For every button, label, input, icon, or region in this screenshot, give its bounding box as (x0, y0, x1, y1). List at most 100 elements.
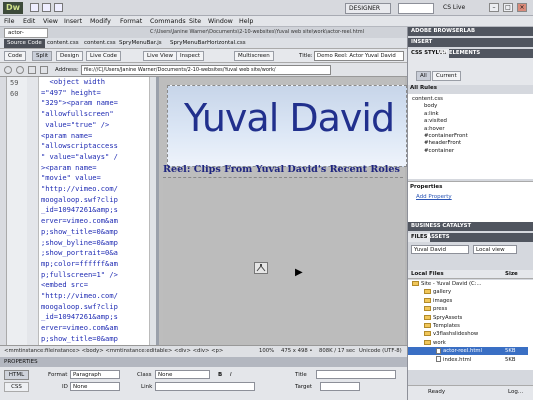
document-tab[interactable]: actor-reel.html (4, 28, 48, 45)
menu-commands[interactable]: Commands (150, 16, 186, 27)
css-mode-button[interactable]: CSS (4, 382, 29, 392)
css-rule-item[interactable]: a:visited (424, 118, 447, 125)
properties-header[interactable]: PROPERTIES (0, 357, 407, 367)
tag-selector[interactable]: <mmtinstance:fileinstance> <body> <mmtin… (4, 346, 223, 357)
cs-live-button[interactable]: CS Live (443, 3, 465, 13)
css-rule-item[interactable]: a:hover (424, 126, 445, 133)
live-code-button[interactable]: Live Code (86, 51, 122, 61)
forward-icon[interactable] (16, 66, 24, 74)
menu-window[interactable]: Window (208, 16, 233, 27)
menu-insert[interactable]: Insert (64, 16, 82, 27)
address-bar: Address: file:///C|/Users/Janine Warner/… (0, 63, 407, 77)
menu-help[interactable]: Help (239, 16, 253, 27)
folder-item[interactable]: v3flashslideshow (408, 330, 528, 338)
local-files-header[interactable]: Local Files (411, 270, 444, 279)
workspace-switcher[interactable]: DESIGNER (345, 3, 391, 14)
target-label: Target (295, 384, 313, 390)
css-rule-item[interactable]: #containerFront (424, 133, 468, 140)
menu-modify[interactable]: Modify (90, 16, 111, 27)
css-rule-item[interactable]: body (424, 103, 437, 110)
back-icon[interactable] (4, 66, 12, 74)
file-name: Templates (433, 323, 460, 329)
address-input[interactable]: file:///C|/Users/Janine Warner/Documents… (81, 65, 331, 75)
bold-button[interactable]: B (218, 371, 222, 379)
assets-tab[interactable]: ASSETS (424, 233, 453, 242)
ap-elements-tab[interactable]: AP ELEMENTS (436, 49, 483, 58)
zoom-level[interactable]: 100% (259, 346, 274, 357)
view-select[interactable]: Local view (473, 245, 517, 254)
minimize-icon[interactable]: – (489, 3, 499, 12)
multiscreen-button[interactable]: Multiscreen (234, 51, 274, 61)
layout-icon[interactable] (30, 3, 39, 12)
css-rules-list[interactable]: content.css body a:link a:visited a:hover #co… (408, 94, 533, 179)
stylesheet-node[interactable]: content.css (412, 96, 443, 103)
html-mode-button[interactable]: HTML (4, 370, 29, 380)
menu-view[interactable]: View (43, 16, 58, 27)
page-canvas: Yuval David Reel: Clips From Yuval David… (159, 77, 407, 345)
related-file-content-css[interactable]: content.css (44, 39, 82, 48)
css-rule-item[interactable]: a:link (424, 111, 439, 118)
related-file-source[interactable]: Source Code (4, 39, 45, 48)
header-banner[interactable]: Yuval David (167, 85, 407, 167)
file-item[interactable]: index.html 5KB (408, 356, 528, 364)
folder-item[interactable]: work (408, 339, 528, 347)
related-file-content-css-2[interactable]: content.css (81, 39, 119, 48)
class-select[interactable]: None (155, 370, 210, 379)
menu-edit[interactable]: Edit (23, 16, 35, 27)
window-size[interactable]: 475 x 498 • (281, 346, 313, 357)
content-region[interactable] (163, 177, 403, 345)
split-view-button[interactable]: Split (32, 51, 53, 61)
insert-panel-header[interactable]: INSERT (408, 38, 533, 47)
format-select[interactable]: Paragraph (70, 370, 120, 379)
inspect-button[interactable]: Inspect (176, 51, 205, 61)
target-select[interactable] (320, 382, 360, 391)
site-root-item[interactable]: Site - Yuval David (C:... (408, 280, 528, 288)
extend-icon[interactable] (42, 3, 51, 12)
plugin-placeholder-icon[interactable] (254, 262, 268, 274)
related-files-bar: Source Code content.css content.css Spry… (0, 38, 407, 49)
browserlab-panel-header[interactable]: ADOBE BROWSERLAB (408, 27, 533, 36)
folder-item[interactable]: images (408, 297, 528, 305)
menu-file[interactable]: File (4, 16, 15, 27)
site-select[interactable]: Yuval David (411, 245, 469, 254)
code-scrollbar[interactable] (149, 77, 156, 345)
site-icon[interactable] (54, 3, 63, 12)
code-line: p;show_title=0&amp (41, 333, 118, 343)
css-rule-item[interactable]: #container (424, 148, 454, 155)
code-editor[interactable]: <object width ="497" height= "329"><param … (39, 77, 156, 345)
log-button[interactable]: Log... (508, 389, 523, 395)
italic-button[interactable]: I (230, 371, 232, 379)
refresh-icon[interactable] (28, 66, 36, 74)
help-search-input[interactable] (398, 3, 434, 14)
code-view-button[interactable]: Code (4, 51, 27, 61)
business-catalyst-header[interactable]: BUSINESS CATALYST (408, 222, 533, 231)
file-item[interactable]: actor-reel.html 5KB (408, 347, 528, 356)
folder-item[interactable]: press (408, 305, 528, 313)
folder-item[interactable]: SpryAssets (408, 314, 528, 322)
folder-item[interactable]: gallery (408, 288, 528, 296)
page-heading[interactable]: Reel: Clips From Yuval David's Recent Ro… (163, 164, 400, 175)
live-view-button[interactable]: Live View (143, 51, 178, 61)
design-view-button[interactable]: Design (56, 51, 83, 61)
menu-site[interactable]: Site (189, 16, 201, 27)
design-view[interactable]: Yuval David Reel: Clips From Yuval David… (159, 77, 407, 345)
menu-format[interactable]: Format (120, 16, 142, 27)
close-icon[interactable]: × (517, 3, 527, 12)
current-rules-button[interactable]: Current (432, 71, 461, 81)
id-select[interactable]: None (70, 382, 120, 391)
files-panel-tabbar: FILES ASSETS (408, 233, 533, 242)
maximize-icon[interactable]: □ (503, 3, 513, 12)
add-property-link[interactable]: Add Property (416, 194, 452, 200)
document-title-input[interactable]: Demo Reel: Actor Yuval David (314, 51, 404, 61)
folder-icon (424, 297, 431, 303)
folder-item[interactable]: Templates (408, 322, 528, 330)
title-prop-input[interactable] (316, 370, 396, 379)
size-column-header[interactable]: Size (505, 270, 518, 279)
related-file-sprymenubar-css[interactable]: SpryMenuBarHorizontal.css (167, 39, 249, 48)
css-rule-item[interactable]: #headerFront (424, 140, 461, 147)
related-file-sprymenubar-js[interactable]: SpryMenuBar.js (116, 39, 165, 48)
all-rules-button[interactable]: All (416, 71, 431, 81)
home-icon[interactable] (40, 66, 48, 74)
files-tree[interactable]: Site - Yuval David (C:... gallery images pr… (408, 280, 533, 370)
link-input[interactable] (155, 382, 255, 391)
